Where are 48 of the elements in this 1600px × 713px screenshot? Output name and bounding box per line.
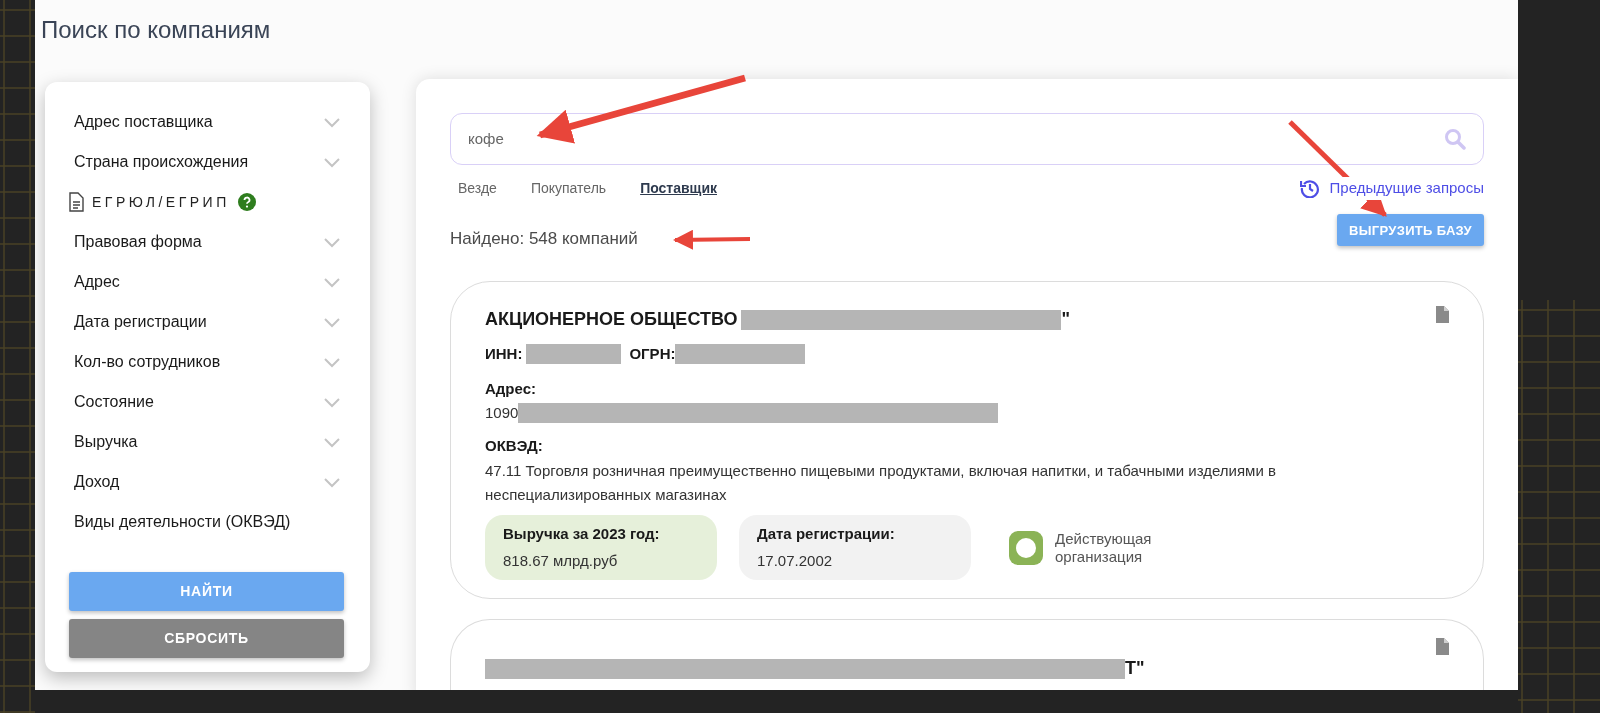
- okved-text: 47.11 Торговля розничная преимущественно пищевыми продуктами, включая напитки, и табачными изделиями в неспециализированных магазинах: [485, 461, 1277, 505]
- filter-dropdown[interactable]: Состояние: [74, 382, 341, 422]
- help-icon: [237, 193, 256, 211]
- chevron-down-icon: [323, 156, 341, 168]
- chevron-down-icon: [323, 116, 341, 128]
- history-icon: [1299, 178, 1320, 199]
- filter-dropdown[interactable]: Адрес поставщика: [74, 102, 341, 142]
- inn-label: ИНН:: [485, 344, 523, 364]
- chevron-down-icon: [323, 276, 341, 288]
- chevron-down-icon: [323, 436, 341, 448]
- revenue-value: 818.67 млрд.руб: [503, 550, 619, 571]
- chevron-down-icon: [323, 396, 341, 408]
- filter-dropdown[interactable]: Страна происхождения: [74, 142, 341, 182]
- chevron-down-icon: [323, 316, 341, 328]
- page-title: Поиск по компаниям: [41, 15, 272, 45]
- address-label: Адрес:: [485, 378, 537, 399]
- search-icon[interactable]: [1444, 128, 1466, 150]
- scope-tab[interactable]: Везде: [458, 177, 497, 199]
- section-label: ЕГРЮЛ/ЕГРИП: [92, 192, 230, 212]
- status-text: Действующая организация: [1055, 529, 1153, 566]
- document-icon: [68, 192, 84, 212]
- chevron-down-icon: [323, 476, 341, 488]
- filter-dropdown[interactable]: Доход: [74, 462, 341, 502]
- filter-dropdown[interactable]: Выручка: [74, 422, 341, 462]
- chevron-down-icon: [323, 236, 341, 248]
- ogrn-label: ОГРН:: [629, 344, 676, 364]
- search-field[interactable]: кофе: [450, 113, 1484, 165]
- document-icon: [1435, 638, 1449, 655]
- filter-dropdown[interactable]: Правовая форма: [74, 222, 341, 262]
- document-icon: [1435, 306, 1449, 323]
- scope-tab[interactable]: Покупатель: [530, 177, 607, 199]
- company-name: ": [1061, 308, 1071, 331]
- history-link[interactable]: Предыдущие запросы: [1299, 177, 1484, 200]
- registration-label: Дата регистрации:: [757, 524, 896, 544]
- company-name: АКЦИОНЕРНОЕ ОБЩЕСТВО: [485, 308, 738, 331]
- chevron-down-icon: [323, 356, 341, 368]
- filter-dropdown[interactable]: Виды деятельности (ОКВЭД): [74, 502, 341, 542]
- scope-tab[interactable]: Поставщик: [640, 177, 717, 199]
- results-count: Найдено: 548 компаний: [450, 227, 638, 250]
- filter-dropdown[interactable]: Кол-во сотрудников: [74, 342, 341, 382]
- filter-dropdown[interactable]: Адрес: [74, 262, 341, 302]
- okved-label: ОКВЭД:: [485, 435, 544, 456]
- address-text: 1090: [485, 403, 519, 423]
- reset-button[interactable]: СБРОСИТЬ: [69, 619, 344, 658]
- revenue-label: Выручка за 2023 год:: [503, 524, 661, 544]
- registration-date: 17.07.2002: [757, 550, 834, 571]
- filter-dropdown[interactable]: Дата регистрации: [74, 302, 341, 342]
- company-name: Т": [1125, 657, 1145, 680]
